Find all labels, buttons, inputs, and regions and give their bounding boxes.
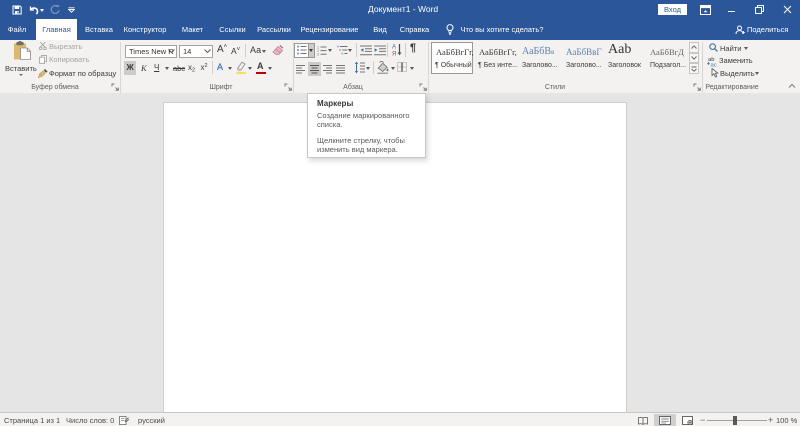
svg-text:А: А — [392, 45, 396, 51]
svg-text:ac: ac — [711, 62, 717, 66]
svg-text:Я: Я — [392, 52, 396, 57]
svg-text:3: 3 — [317, 52, 319, 55]
